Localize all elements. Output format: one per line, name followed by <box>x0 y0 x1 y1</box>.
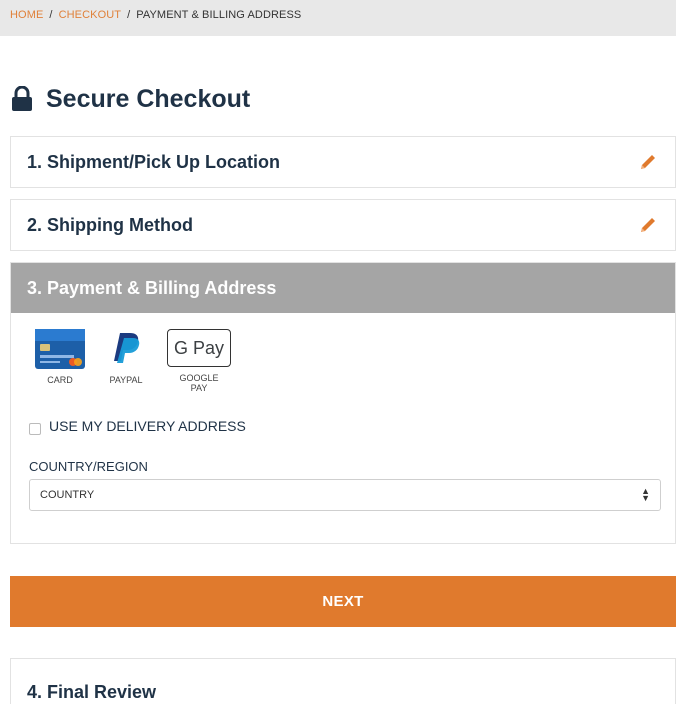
payment-option-google-pay[interactable]: G Pay GOOGLE PAY <box>167 329 231 393</box>
breadcrumb-current: PAYMENT & BILLING ADDRESS <box>136 9 302 21</box>
payment-option-card[interactable]: CARD <box>35 329 85 385</box>
google-pay-icon: G Pay <box>167 329 231 367</box>
country-select[interactable]: COUNTRY ▲ ▼ <box>29 479 661 511</box>
breadcrumb-home-link[interactable]: HOME <box>10 9 43 21</box>
payment-label-card: CARD <box>47 375 73 385</box>
step-final-review[interactable]: 4. Final Review <box>10 658 676 704</box>
step-title: 1. Shipment/Pick Up Location <box>27 151 281 172</box>
country-select-value: COUNTRY <box>40 489 95 501</box>
step-header: 1. Shipment/Pick Up Location <box>11 137 675 187</box>
country-region-label: COUNTRY/REGION <box>29 459 148 474</box>
step-payment-billing: 3. Payment & Billing Address CARD PAYPAL… <box>10 262 676 544</box>
next-button[interactable]: NEXT <box>10 576 676 627</box>
payment-option-paypal[interactable]: PAYPAL <box>101 329 151 385</box>
paypal-icon <box>114 333 140 363</box>
use-delivery-address-checkbox[interactable] <box>29 423 41 435</box>
google-pay-logo-text: G Pay <box>173 337 225 358</box>
step-header: 2. Shipping Method <box>11 200 675 250</box>
page-title: Secure Checkout <box>46 84 251 113</box>
payment-label-paypal: PAYPAL <box>109 375 143 385</box>
step-shipment-location[interactable]: 1. Shipment/Pick Up Location <box>10 136 676 188</box>
step-title: 4. Final Review <box>27 682 157 702</box>
step-header: 4. Final Review <box>11 659 675 704</box>
step-title: 2. Shipping Method <box>27 214 193 235</box>
breadcrumb-separator: / <box>127 9 131 21</box>
lock-icon <box>12 86 32 111</box>
payment-methods: CARD PAYPAL G Pay GOOGLE PAY <box>35 329 247 393</box>
checkout-page: HOME / CHECKOUT / PAYMENT & BILLING ADDR… <box>0 0 676 704</box>
pencil-icon[interactable] <box>637 214 659 236</box>
step-shipping-method[interactable]: 2. Shipping Method <box>10 199 676 251</box>
pencil-icon[interactable] <box>637 151 659 173</box>
google-pay-label: GOOGLE PAY <box>167 367 231 393</box>
credit-card-icon <box>35 329 85 369</box>
page-title-row: Secure Checkout <box>10 84 250 114</box>
breadcrumb-checkout-link[interactable]: CHECKOUT <box>59 9 122 21</box>
google-pay-label-line2: PAY <box>190 383 208 393</box>
breadcrumb: HOME / CHECKOUT / PAYMENT & BILLING ADDR… <box>0 0 676 36</box>
use-delivery-address-row: USE MY DELIVERY ADDRESS <box>29 417 246 435</box>
google-pay-label-line1: GOOGLE <box>179 373 219 383</box>
step-header-active: 3. Payment & Billing Address <box>11 263 675 313</box>
use-delivery-address-label[interactable]: USE MY DELIVERY ADDRESS <box>49 418 246 434</box>
sort-arrows-icon: ▲ ▼ <box>641 486 650 503</box>
breadcrumb-separator: / <box>49 9 53 21</box>
step-title: 3. Payment & Billing Address <box>27 277 277 298</box>
